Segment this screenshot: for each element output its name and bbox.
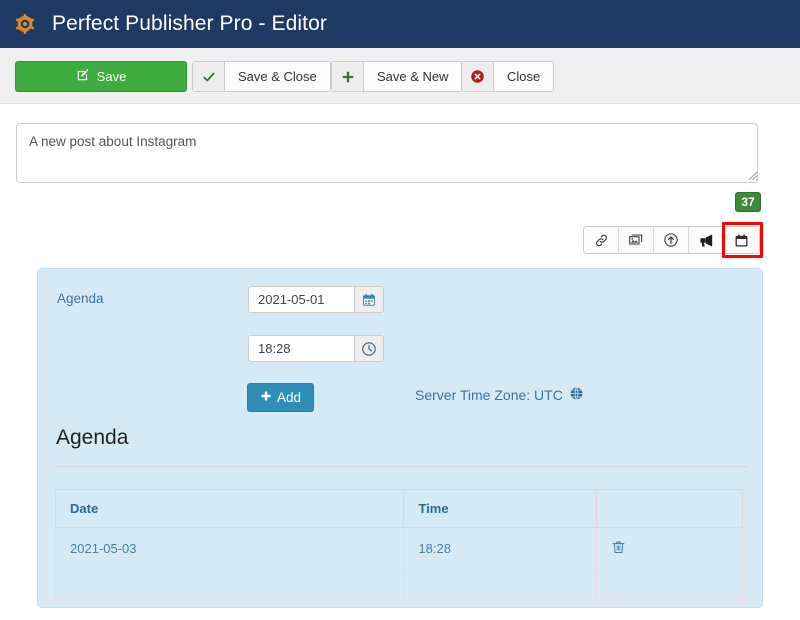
cell-empty-time [403, 569, 598, 601]
save-button-label: Save [96, 69, 127, 84]
window-title-bar: Perfect Publisher Pro - Editor [0, 0, 800, 48]
calendar-icon[interactable] [724, 227, 759, 253]
table-header-row: Date Time [54, 489, 743, 528]
server-timezone-label: Server Time Zone: UTC [415, 387, 563, 403]
agenda-date-input[interactable]: 2021-05-01 [248, 286, 354, 313]
cell-date: 2021-05-03 [54, 527, 405, 570]
link-icon[interactable] [584, 227, 619, 253]
column-header-date: Date [54, 489, 405, 528]
globe-icon [569, 386, 584, 404]
table-row-empty [54, 569, 743, 601]
editor-body: 37 [0, 104, 800, 620]
agenda-time-input[interactable]: 18:28 [248, 335, 354, 362]
page-title: Perfect Publisher Pro - Editor [52, 12, 327, 35]
agenda-panel: Agenda 2021-05-01 18:28 Add Server Time … [37, 268, 763, 608]
close-button[interactable]: Close [461, 61, 555, 92]
times-circle-icon [462, 62, 494, 91]
post-text-input[interactable] [16, 123, 758, 183]
save-and-new-label: Save & New [377, 69, 449, 84]
column-header-time: Time [403, 489, 598, 528]
trash-icon [611, 541, 626, 558]
upload-circle-icon[interactable] [654, 227, 689, 253]
agenda-table: Date Time 2021-05-03 18:28 [54, 489, 743, 601]
agenda-date-input-group: 2021-05-01 [248, 286, 384, 313]
column-header-actions [596, 489, 743, 528]
save-and-close-label: Save & Close [238, 69, 317, 84]
save-and-new-button[interactable]: Save & New [331, 61, 463, 92]
cell-time: 18:28 [403, 527, 598, 570]
agenda-section-heading: Agenda [56, 426, 129, 449]
editor-toolbar: Save Save & Close Save & New Close [0, 48, 800, 104]
agenda-divider [54, 466, 747, 467]
agenda-add-button[interactable]: Add [247, 383, 314, 412]
plus-icon [260, 390, 272, 405]
save-button[interactable]: Save [15, 61, 187, 92]
save-and-close-button[interactable]: Save & Close [192, 61, 331, 92]
time-picker-clock-icon[interactable] [354, 335, 384, 362]
plus-icon [332, 62, 364, 91]
table-row: 2021-05-03 18:28 [54, 527, 743, 570]
date-picker-calendar-icon[interactable] [354, 286, 384, 313]
delete-agenda-row-button[interactable] [596, 527, 743, 570]
cell-empty-actions [596, 569, 743, 601]
editor-insert-toolbar [583, 226, 760, 254]
close-button-label: Close [507, 69, 541, 84]
agenda-time-input-group: 18:28 [248, 335, 384, 362]
edit-square-icon [76, 68, 90, 85]
cog-icon [14, 13, 36, 35]
server-timezone-info: Server Time Zone: UTC [415, 386, 584, 404]
agenda-add-label: Add [276, 390, 302, 405]
images-icon[interactable] [619, 227, 654, 253]
agenda-field-label: Agenda [57, 291, 104, 306]
character-count-badge: 37 [735, 192, 761, 212]
cell-empty-date [54, 569, 405, 601]
bullhorn-icon[interactable] [689, 227, 724, 253]
check-icon [193, 62, 225, 91]
